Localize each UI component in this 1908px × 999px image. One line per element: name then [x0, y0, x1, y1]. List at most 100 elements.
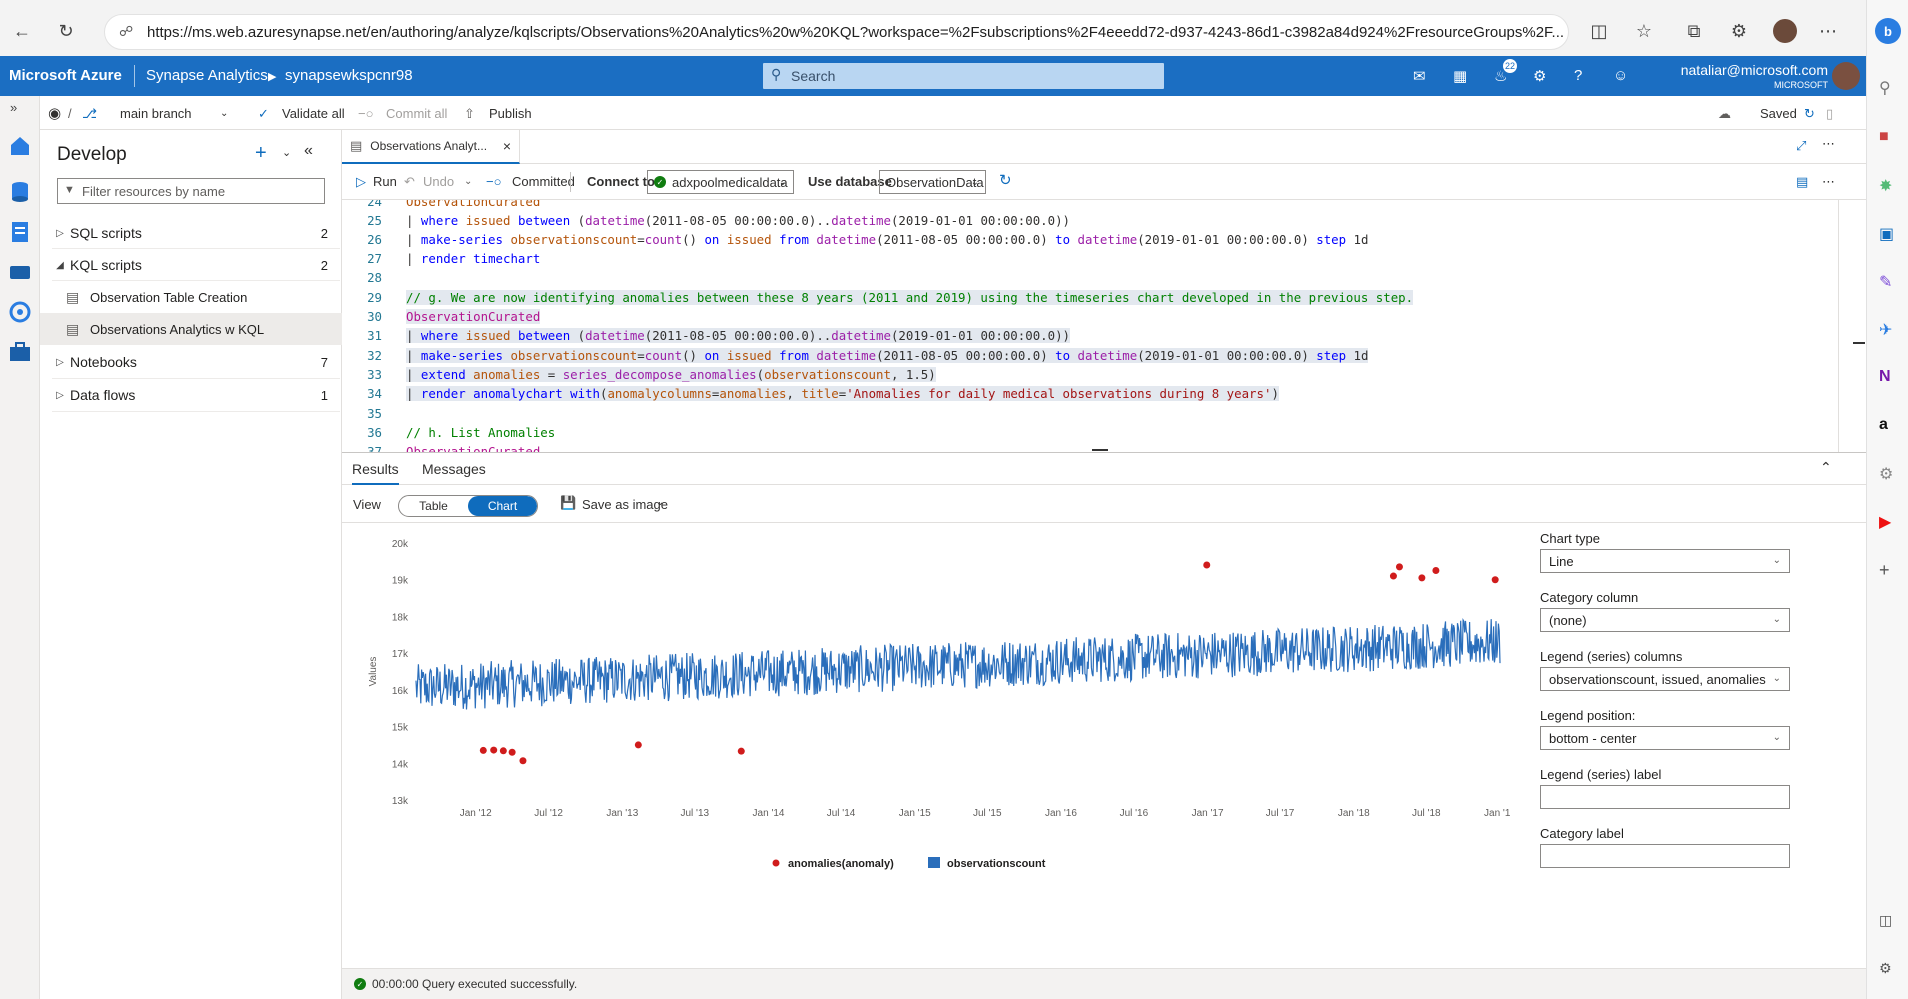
help-icon[interactable]: ? — [1574, 67, 1582, 84]
committed-button[interactable]: Committed — [512, 174, 575, 189]
legend-position-dropdown[interactable]: bottom - center ⌄ — [1540, 726, 1790, 750]
line-number: 32 — [367, 348, 382, 363]
minimap-scrollbar[interactable] — [1838, 200, 1866, 452]
x-tick-label: Jan '12 — [460, 808, 492, 819]
tree-item-data-flows[interactable]: ▷ Data flows 1 — [50, 379, 340, 411]
tools-icon[interactable]: ✸ — [1879, 176, 1892, 196]
undo-dropdown-icon[interactable]: ⌄ — [464, 176, 472, 187]
outlook-icon[interactable]: ▣ — [1879, 224, 1894, 244]
gear-icon[interactable]: ⚙ — [1533, 67, 1546, 85]
chevron-down-icon[interactable]: ⌄ — [220, 108, 228, 119]
extensions-icon[interactable]: ⚙ — [1725, 17, 1753, 45]
legend-columns-dropdown[interactable]: observationscount, issued, anomalies ⌄ — [1540, 667, 1790, 691]
chart-type-dropdown[interactable]: Line ⌄ — [1540, 549, 1790, 573]
undo-button[interactable]: Undo — [423, 174, 454, 189]
line-number: 25 — [367, 213, 382, 228]
branch-selector[interactable]: main branch — [120, 106, 192, 121]
onenote-icon[interactable]: N — [1879, 368, 1891, 386]
publish-button[interactable]: Publish — [489, 106, 532, 121]
games-icon[interactable]: ✈ — [1879, 320, 1892, 340]
user-avatar[interactable] — [1832, 62, 1860, 90]
collapse-all-icon[interactable]: ⌄ — [282, 146, 291, 159]
directory-icon[interactable]: ▦ — [1453, 67, 1467, 85]
commit-all-button[interactable]: Commit all — [386, 106, 447, 121]
announcements-icon[interactable]: ✉ — [1413, 67, 1426, 85]
home-icon[interactable] — [8, 134, 32, 158]
search-input[interactable]: ⚲ Search — [763, 63, 1164, 89]
save-image-icon: 💾 — [560, 495, 577, 510]
undo-icon: ↶ — [404, 174, 415, 189]
expand-nav-icon[interactable]: » — [10, 100, 17, 115]
profile-avatar[interactable] — [1773, 19, 1797, 43]
synapse-hub-nav: » — [0, 96, 40, 999]
category-column-dropdown[interactable]: (none) ⌄ — [1540, 608, 1790, 632]
service-breadcrumb[interactable]: Synapse Analytics — [146, 67, 268, 84]
chevron-down-icon[interactable]: ⌄ — [656, 497, 664, 508]
favorites-icon[interactable]: ☆ — [1630, 17, 1658, 45]
monitor-icon[interactable] — [8, 300, 32, 324]
close-icon[interactable]: × — [503, 138, 511, 154]
use-database-dropdown[interactable]: ObservationData ⌄ — [879, 170, 986, 194]
tab-observations-analytics[interactable]: ▤ Observations Analyt... × — [342, 130, 520, 164]
tab-messages[interactable]: Messages — [422, 461, 486, 477]
search-icon[interactable]: ⚲ — [1879, 78, 1891, 98]
more-icon[interactable]: ⋯ — [1814, 17, 1842, 45]
tab-results[interactable]: Results — [352, 461, 399, 485]
more-icon[interactable]: ⋯ — [1822, 136, 1835, 152]
brand-link[interactable]: Microsoft Azure — [9, 67, 122, 84]
maximize-icon[interactable]: ⤢ — [1796, 138, 1806, 154]
more-icon[interactable]: ⋯ — [1822, 174, 1835, 190]
tree-item-observation-table-creation[interactable]: ▤ Observation Table Creation — [50, 281, 340, 313]
designer-icon[interactable]: ✎ — [1879, 272, 1892, 292]
tree-item-observations-analytics[interactable]: ▤ Observations Analytics w KQL — [40, 313, 342, 345]
x-tick-label: Jan '17 — [1192, 808, 1224, 819]
data-icon[interactable] — [8, 180, 32, 204]
refresh-icon[interactable]: ↻ — [999, 171, 1012, 189]
category-label-input[interactable] — [1540, 844, 1790, 868]
code-area[interactable]: 24 ObservationCurated 25 | where issued be… — [342, 200, 1838, 452]
develop-icon[interactable] — [8, 220, 32, 244]
collapse-panel-icon[interactable]: « — [304, 142, 313, 160]
connect-to-dropdown[interactable]: ✓ adxpoolmedicaldata ⌄ — [647, 170, 794, 194]
validate-all-button[interactable]: Validate all — [282, 106, 345, 121]
success-icon: ✓ — [354, 978, 366, 990]
settings-icon[interactable]: ⚙ — [1879, 464, 1893, 484]
properties-icon[interactable]: ▤ — [1796, 174, 1808, 190]
tree-item-kql-scripts[interactable]: ◢ KQL scripts 2 — [50, 249, 340, 281]
back-icon[interactable]: ← — [8, 17, 36, 45]
view-table-option[interactable]: Table — [399, 496, 468, 516]
bing-icon[interactable]: b — [1875, 18, 1901, 44]
manage-icon[interactable] — [8, 340, 32, 364]
branch-icon: ⎇ — [82, 106, 97, 121]
address-bar[interactable]: ☍ https://ms.web.azuresynapse.net/en/aut… — [104, 14, 1569, 50]
category-column-value: (none) — [1549, 612, 1587, 628]
view-chart-option[interactable]: Chart — [468, 496, 537, 516]
add-resource-icon[interactable]: + — [255, 142, 267, 165]
tree-item-notebooks[interactable]: ▷ Notebooks 7 — [50, 346, 340, 378]
anomaly-point — [479, 746, 487, 754]
collections-icon[interactable]: ⧉ — [1680, 17, 1708, 45]
legend-label-input[interactable] — [1540, 785, 1790, 809]
user-email[interactable]: nataliar@microsoft.com — [1660, 62, 1828, 78]
customize-icon[interactable]: ⚙ — [1879, 960, 1892, 977]
split-screen-icon[interactable]: ◫ — [1585, 17, 1613, 45]
resize-handle[interactable] — [1092, 449, 1108, 451]
collapse-results-icon[interactable]: ⌃ — [1820, 459, 1832, 476]
filter-input[interactable]: ▼ Filter resources by name — [57, 178, 325, 204]
sidebar-layout-icon[interactable]: ◫ — [1879, 912, 1892, 929]
run-button[interactable]: Run — [373, 174, 397, 189]
discard-icon[interactable]: ▯ — [1826, 106, 1833, 122]
refresh-icon[interactable]: ↻ — [1804, 106, 1815, 122]
refresh-icon[interactable]: ↻ — [52, 17, 80, 45]
add-icon[interactable]: + — [1879, 560, 1890, 581]
workspace-breadcrumb[interactable]: synapsewkspcnr98 — [285, 67, 413, 84]
shopping-icon[interactable]: ■ — [1879, 128, 1889, 146]
url-text: https://ms.web.azuresynapse.net/en/autho… — [147, 23, 1565, 41]
youtube-icon[interactable]: ▶ — [1879, 512, 1891, 532]
feedback-icon[interactable]: ☺ — [1613, 67, 1628, 84]
tree-item-sql-scripts[interactable]: ▷ SQL scripts 2 — [50, 217, 340, 249]
integrate-icon[interactable] — [8, 260, 32, 284]
scrollbar-thumb[interactable] — [1853, 342, 1865, 344]
amazon-icon[interactable]: a — [1879, 416, 1888, 434]
line-number: 26 — [367, 232, 382, 247]
